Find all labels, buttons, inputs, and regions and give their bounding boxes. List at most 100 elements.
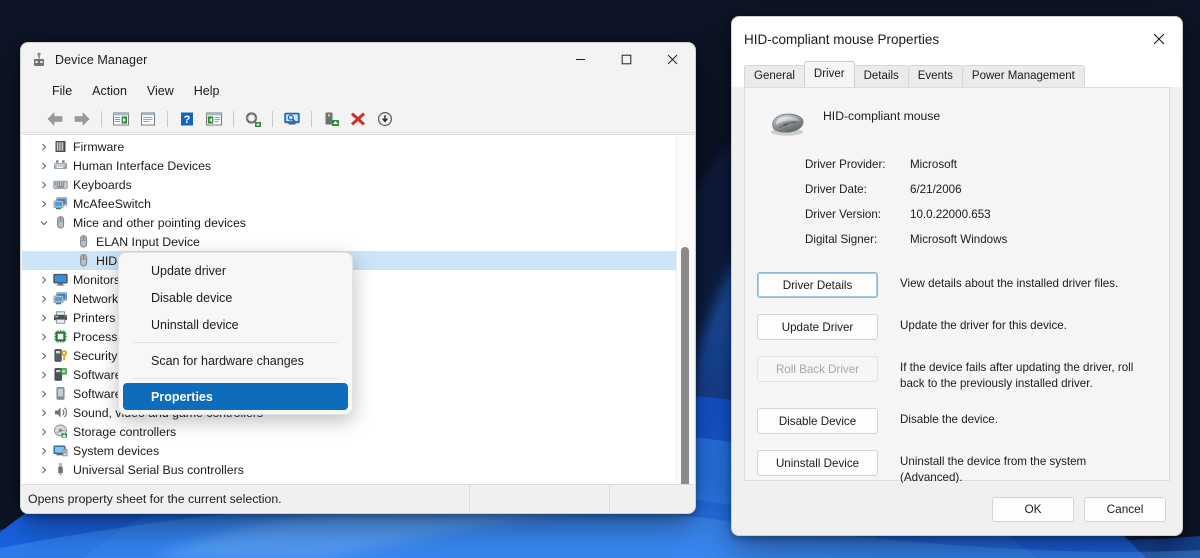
- update-driver-button[interactable]: Update Driver: [757, 314, 878, 340]
- chevron-right-icon[interactable]: [36, 428, 52, 436]
- help-icon[interactable]: ?: [175, 108, 199, 130]
- close-icon[interactable]: [1136, 17, 1182, 61]
- chevron-right-icon[interactable]: [36, 200, 52, 208]
- chevron-right-icon[interactable]: [36, 295, 52, 303]
- device-tree-item[interactable]: ELAN Input Device: [22, 232, 676, 251]
- properties-dialog[interactable]: HID-compliant mouse Properties General Dr…: [731, 16, 1183, 536]
- device-tree-item[interactable]: McAfeeSwitch: [22, 194, 676, 213]
- driver-tab-panel: HID-compliant mouse Driver Provider: Micr…: [744, 87, 1170, 484]
- scrollbar-thumb[interactable]: [681, 247, 689, 484]
- properties-titlebar[interactable]: HID-compliant mouse Properties: [732, 17, 1182, 61]
- disable-device-icon[interactable]: [373, 108, 397, 130]
- toolbar-separator: [167, 110, 168, 127]
- device-tree-item[interactable]: System devices: [22, 441, 676, 460]
- device-manager-caption-buttons: [557, 43, 695, 76]
- back-icon[interactable]: [43, 108, 67, 130]
- show-hide-action-pane-icon[interactable]: [202, 108, 226, 130]
- driver-action-row: Driver Details View details about the ins…: [757, 272, 1169, 298]
- device-tree-item-label: Firmware: [73, 139, 125, 154]
- monitor-icon: [52, 272, 69, 287]
- forward-icon[interactable]: [70, 108, 94, 130]
- firmware-icon: [52, 139, 69, 154]
- chevron-right-icon[interactable]: [36, 314, 52, 322]
- chevron-right-icon[interactable]: [36, 143, 52, 151]
- toolbar-separator: [272, 110, 273, 127]
- driver-info-label: Digital Signer:: [805, 233, 878, 246]
- device-tree-scrollbar[interactable]: [676, 135, 693, 484]
- desktop: Device Manager File Action View Help ? F…: [0, 0, 1200, 558]
- tab-events[interactable]: Events: [907, 65, 963, 87]
- chevron-down-icon[interactable]: [36, 219, 52, 227]
- chevron-right-icon[interactable]: [36, 390, 52, 398]
- device-tree-item[interactable]: Firmware: [22, 137, 676, 156]
- context-menu-item[interactable]: Disable device: [123, 284, 348, 311]
- show-hide-console-tree-icon[interactable]: [109, 108, 133, 130]
- mouse-icon: [75, 253, 92, 268]
- device-tree-item[interactable]: Mice and other pointing devices: [22, 213, 676, 232]
- chevron-right-icon[interactable]: [36, 409, 52, 417]
- toolbar-separator: [101, 110, 102, 127]
- device-tree-item-label: Keyboards: [73, 177, 132, 192]
- properties-tabstrip[interactable]: General Driver Details Events Power Manageme…: [732, 61, 1182, 87]
- driver-action-description: View details about the installed driver …: [900, 277, 1119, 290]
- driver-action-row: Disable Device Disable the device.: [757, 408, 1169, 434]
- device-tree-item-label: Human Interface Devices: [73, 158, 212, 173]
- minimize-button[interactable]: [557, 43, 603, 76]
- context-menu-item[interactable]: Update driver: [123, 257, 348, 284]
- maximize-button[interactable]: [603, 43, 649, 76]
- driver-info-row: Driver Provider: Microsoft: [805, 152, 1169, 177]
- tab-power-management[interactable]: Power Management: [961, 65, 1085, 87]
- properties-icon[interactable]: [136, 108, 160, 130]
- driver-action-description: Uninstall the device from the system (Ad…: [900, 455, 1087, 484]
- driver-info-value: 10.0.22000.653: [910, 208, 991, 221]
- driver-info-label: Driver Provider:: [805, 158, 886, 171]
- disable-device-button[interactable]: Disable Device: [757, 408, 878, 434]
- device-manager-statusbar: Opens property sheet for the current sel…: [22, 484, 694, 513]
- device-tree-item-label: System devices: [73, 443, 160, 458]
- menu-file[interactable]: File: [43, 81, 81, 101]
- device-manager-titlebar[interactable]: Device Manager: [21, 43, 695, 76]
- chevron-right-icon[interactable]: [36, 162, 52, 170]
- context-menu-item[interactable]: Uninstall device: [123, 311, 348, 338]
- chevron-right-icon[interactable]: [36, 276, 52, 284]
- device-context-menu[interactable]: Update driver Disable device Uninstall dev…: [118, 252, 353, 415]
- enable-device-icon[interactable]: [319, 108, 343, 130]
- scan-for-hardware-changes-icon[interactable]: [280, 108, 304, 130]
- chevron-right-icon[interactable]: [36, 181, 52, 189]
- menu-action[interactable]: Action: [83, 81, 136, 101]
- driver-details-button[interactable]: Driver Details: [757, 272, 878, 298]
- svg-text:?: ?: [184, 114, 191, 126]
- context-menu-item[interactable]: Scan for hardware changes: [123, 347, 348, 374]
- device-tree-item[interactable]: Keyboards: [22, 175, 676, 194]
- tab-driver[interactable]: Driver: [803, 61, 855, 87]
- device-manager-toolbar[interactable]: ?: [21, 105, 695, 133]
- tab-general[interactable]: General: [744, 65, 805, 87]
- menu-help[interactable]: Help: [185, 81, 229, 101]
- device-tree-item[interactable]: Storage controllers: [22, 422, 676, 441]
- roll-back-driver-button: Roll Back Driver: [757, 356, 878, 382]
- properties-dialog-title: HID-compliant mouse Properties: [744, 31, 940, 47]
- chevron-right-icon[interactable]: [36, 466, 52, 474]
- driver-action-row: Uninstall Device Uninstall the device fro…: [757, 450, 1169, 486]
- context-menu-separator: [133, 378, 338, 379]
- security-device-icon: [52, 348, 69, 363]
- chevron-right-icon[interactable]: [36, 371, 52, 379]
- device-tree-item-label: ELAN Input Device: [96, 234, 200, 249]
- uninstall-device-button[interactable]: Uninstall Device: [757, 450, 878, 476]
- tab-details[interactable]: Details: [853, 65, 909, 87]
- software-component-icon: [52, 367, 69, 382]
- driver-info-label: Driver Version:: [805, 208, 882, 221]
- device-tree-item[interactable]: Human Interface Devices: [22, 156, 676, 175]
- cancel-button[interactable]: Cancel: [1084, 496, 1166, 522]
- context-menu-item[interactable]: Properties: [123, 383, 348, 410]
- uninstall-device-icon[interactable]: [346, 108, 370, 130]
- close-button[interactable]: [649, 43, 695, 76]
- chevron-right-icon[interactable]: [36, 333, 52, 341]
- device-tree-item[interactable]: Universal Serial Bus controllers: [22, 460, 676, 479]
- ok-button[interactable]: OK: [992, 496, 1074, 522]
- chevron-right-icon[interactable]: [36, 352, 52, 360]
- device-manager-menubar[interactable]: File Action View Help: [21, 76, 695, 105]
- chevron-right-icon[interactable]: [36, 447, 52, 455]
- update-driver-icon[interactable]: [241, 108, 265, 130]
- menu-view[interactable]: View: [138, 81, 183, 101]
